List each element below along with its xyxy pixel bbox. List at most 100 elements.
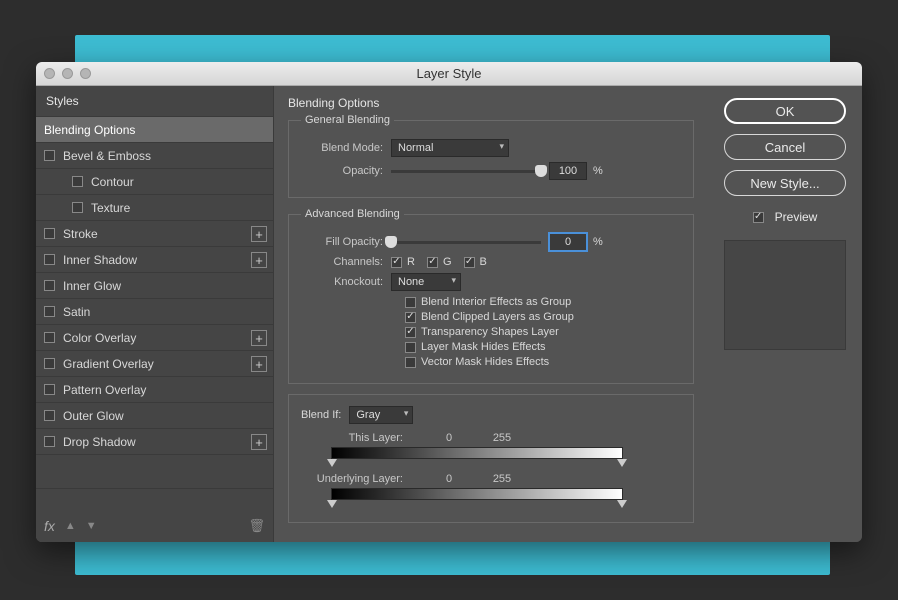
fill-opacity-label: Fill Opacity: (301, 236, 383, 248)
sidebar-item-label: Satin (63, 305, 90, 319)
sidebar-header: Styles (36, 86, 273, 117)
sidebar-item-label: Color Overlay (63, 331, 136, 345)
channel-r-checkbox[interactable] (391, 257, 402, 268)
down-arrow-icon[interactable]: ▼ (86, 520, 97, 532)
cancel-button[interactable]: Cancel (724, 134, 846, 160)
sidebar-item-contour[interactable]: Contour (36, 169, 273, 195)
zoom-icon[interactable] (80, 68, 91, 79)
layer-style-dialog: Layer Style Styles Blending Options Beve… (36, 62, 862, 542)
blend-if-select[interactable]: Gray (349, 406, 413, 424)
sidebar-item-label: Inner Glow (63, 279, 121, 293)
checkbox[interactable] (44, 306, 55, 317)
window-title: Layer Style (36, 66, 862, 81)
checkbox[interactable] (44, 280, 55, 291)
blend-interior-checkbox[interactable] (405, 297, 416, 308)
sidebar-item-label: Texture (91, 201, 130, 215)
underlying-black-handle[interactable] (327, 500, 337, 508)
advanced-blending-group: Advanced Blending Fill Opacity: % Channe… (288, 208, 694, 384)
blend-clipped-label: Blend Clipped Layers as Group (421, 311, 574, 323)
up-arrow-icon[interactable]: ▲ (65, 520, 76, 532)
sidebar-empty (36, 455, 273, 489)
sidebar-item-bevel-emboss[interactable]: Bevel & Emboss (36, 143, 273, 169)
underlying-layer-label: Underlying Layer: (301, 473, 403, 485)
new-style-button[interactable]: New Style... (724, 170, 846, 196)
sidebar-item-texture[interactable]: Texture (36, 195, 273, 221)
checkbox[interactable] (44, 436, 55, 447)
sidebar-item-label: Outer Glow (63, 409, 124, 423)
trash-icon[interactable]: 🗑 (248, 518, 265, 534)
channel-b-checkbox[interactable] (464, 257, 475, 268)
opacity-unit: % (593, 165, 603, 177)
checkbox[interactable] (44, 332, 55, 343)
sidebar-item-inner-shadow[interactable]: Inner Shadow + (36, 247, 273, 273)
checkbox[interactable] (44, 358, 55, 369)
styles-sidebar: Styles Blending Options Bevel & Emboss C… (36, 86, 274, 542)
main-panel: Blending Options General Blending Blend … (274, 86, 708, 542)
sidebar-item-gradient-overlay[interactable]: Gradient Overlay+ (36, 351, 273, 377)
opacity-input[interactable] (549, 162, 587, 180)
add-icon[interactable]: + (251, 330, 267, 346)
checkbox[interactable] (44, 254, 55, 265)
sidebar-item-inner-glow[interactable]: Inner Glow (36, 273, 273, 299)
sidebar-item-label: Stroke (63, 227, 98, 241)
minimize-icon[interactable] (62, 68, 73, 79)
advanced-blending-legend: Advanced Blending (301, 208, 404, 220)
sidebar-item-satin[interactable]: Satin (36, 299, 273, 325)
underlying-max: 255 (477, 473, 527, 485)
knockout-select[interactable]: None (391, 273, 461, 291)
underlying-white-handle[interactable] (617, 500, 627, 508)
knockout-label: Knockout: (301, 276, 383, 288)
channel-r-label: R (407, 256, 415, 268)
sidebar-item-label: Contour (91, 175, 134, 189)
checkbox[interactable] (72, 202, 83, 213)
blend-if-group: Blend If: Gray This Layer: 0 255 (288, 394, 694, 523)
sidebar-item-pattern-overlay[interactable]: Pattern Overlay (36, 377, 273, 403)
sidebar-item-stroke[interactable]: Stroke + (36, 221, 273, 247)
blend-mode-select[interactable]: Normal (391, 139, 509, 157)
sidebar-footer: fx ▲ ▼ 🗑 (36, 510, 273, 542)
sidebar-item-drop-shadow[interactable]: Drop Shadow+ (36, 429, 273, 455)
channel-g-checkbox[interactable] (427, 257, 438, 268)
right-panel: OK Cancel New Style... Preview (708, 86, 862, 542)
sidebar-item-blending-options[interactable]: Blending Options (36, 117, 273, 143)
fill-opacity-input[interactable] (549, 233, 587, 251)
opacity-slider[interactable] (391, 164, 541, 178)
checkbox[interactable] (72, 176, 83, 187)
underlying-min: 0 (421, 473, 477, 485)
sidebar-item-label: Pattern Overlay (63, 383, 146, 397)
this-layer-max: 255 (477, 432, 527, 444)
transparency-shapes-checkbox[interactable] (405, 327, 416, 338)
checkbox[interactable] (44, 410, 55, 421)
add-icon[interactable]: + (251, 252, 267, 268)
this-layer-black-handle[interactable] (327, 459, 337, 467)
close-icon[interactable] (44, 68, 55, 79)
checkbox[interactable] (44, 150, 55, 161)
add-icon[interactable]: + (251, 226, 267, 242)
add-icon[interactable]: + (251, 434, 267, 450)
blend-interior-label: Blend Interior Effects as Group (421, 296, 571, 308)
ok-button[interactable]: OK (724, 98, 846, 124)
fill-opacity-unit: % (593, 236, 603, 248)
transparency-shapes-label: Transparency Shapes Layer (421, 326, 559, 338)
window-controls (44, 68, 91, 79)
this-layer-gradient[interactable] (331, 447, 623, 459)
opacity-label: Opacity: (301, 165, 383, 177)
blend-clipped-checkbox[interactable] (405, 312, 416, 323)
channel-g-label: G (443, 256, 452, 268)
sidebar-item-label: Inner Shadow (63, 253, 137, 267)
this-layer-min: 0 (421, 432, 477, 444)
sidebar-item-label: Bevel & Emboss (63, 149, 151, 163)
layer-mask-hides-checkbox[interactable] (405, 342, 416, 353)
sidebar-item-color-overlay[interactable]: Color Overlay + (36, 325, 273, 351)
vector-mask-hides-checkbox[interactable] (405, 357, 416, 368)
preview-checkbox[interactable] (753, 212, 764, 223)
this-layer-label: This Layer: (301, 432, 403, 444)
underlying-gradient[interactable] (331, 488, 623, 500)
this-layer-white-handle[interactable] (617, 459, 627, 467)
sidebar-item-outer-glow[interactable]: Outer Glow (36, 403, 273, 429)
add-icon[interactable]: + (251, 356, 267, 372)
fill-opacity-slider[interactable] (391, 235, 541, 249)
checkbox[interactable] (44, 384, 55, 395)
checkbox[interactable] (44, 228, 55, 239)
fx-menu-icon[interactable]: fx (44, 518, 55, 534)
